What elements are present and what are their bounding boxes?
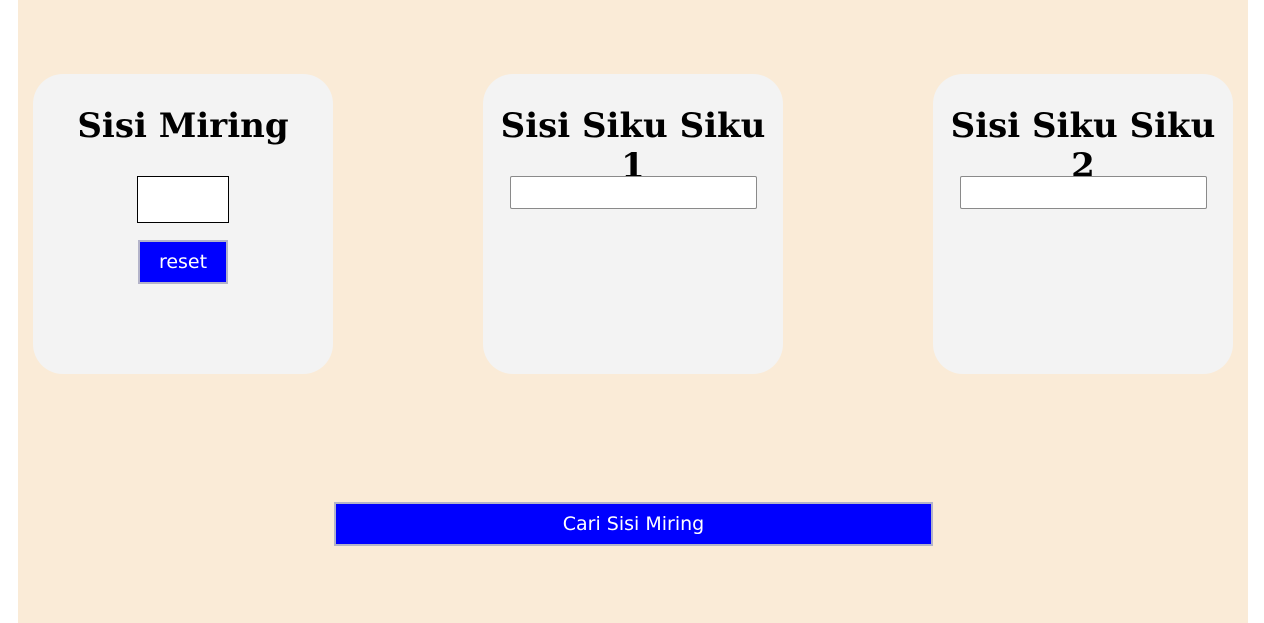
card-title-sisi-miring: Sisi Miring bbox=[77, 106, 289, 146]
sisi-siku-1-input[interactable] bbox=[510, 176, 757, 209]
page-container: Sisi Miring reset Sisi Siku Siku 1 Sisi … bbox=[18, 0, 1248, 623]
card-sisi-siku-1: Sisi Siku Siku 1 bbox=[483, 74, 783, 374]
reset-button[interactable]: reset bbox=[138, 240, 228, 284]
sisi-miring-input[interactable] bbox=[137, 176, 229, 223]
card-title-sisi-siku-1: Sisi Siku Siku 1 bbox=[500, 106, 766, 186]
card-title-sisi-siku-2: Sisi Siku Siku 2 bbox=[950, 106, 1216, 186]
sisi-siku-2-input[interactable] bbox=[960, 176, 1207, 209]
card-sisi-siku-2: Sisi Siku Siku 2 bbox=[933, 74, 1233, 374]
cari-sisi-miring-button[interactable]: Cari Sisi Miring bbox=[334, 502, 933, 546]
card-sisi-miring: Sisi Miring reset bbox=[33, 74, 333, 374]
